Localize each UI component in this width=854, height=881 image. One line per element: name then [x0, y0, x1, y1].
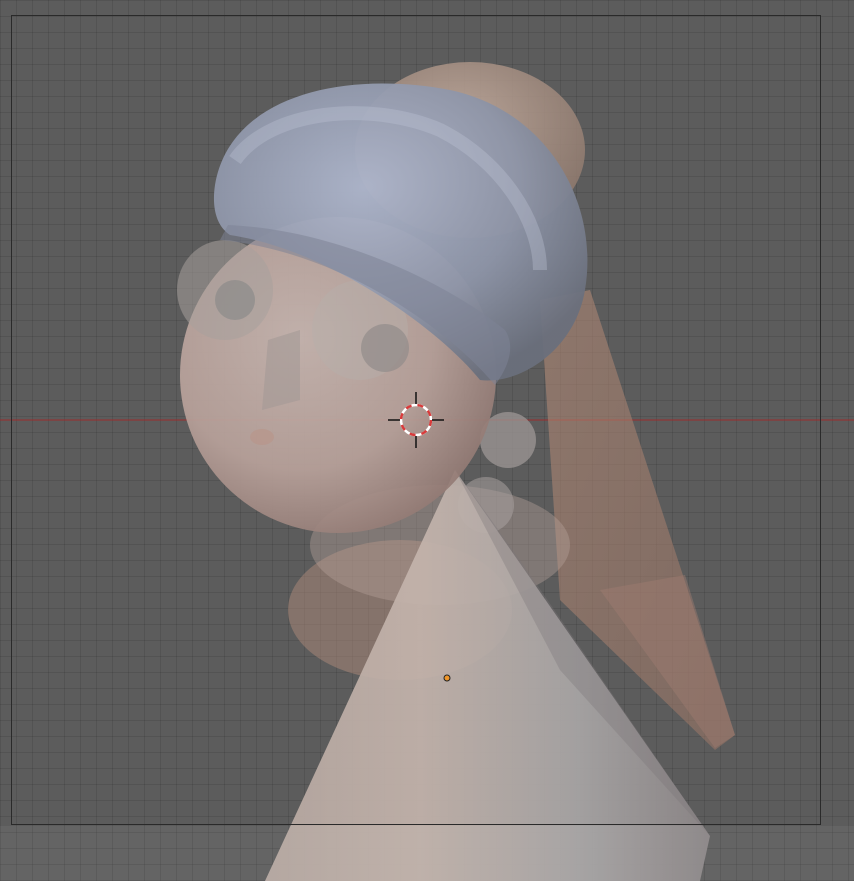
mouth-mesh — [250, 429, 274, 445]
left-eye-mesh — [215, 280, 255, 320]
3d-viewport[interactable] — [0, 0, 854, 881]
right-eye-mesh — [361, 324, 409, 372]
scene-canvas[interactable] — [0, 0, 854, 881]
object-origin-icon[interactable] — [443, 674, 451, 682]
